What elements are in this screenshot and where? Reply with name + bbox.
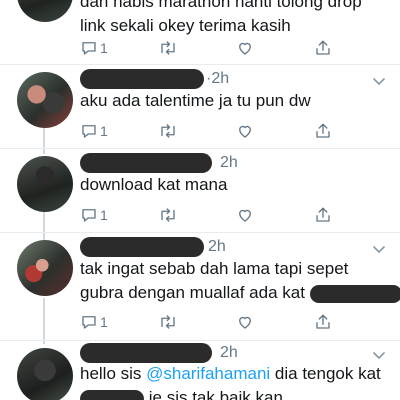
tweet-actions: 1 xyxy=(80,204,380,226)
retweet-button[interactable] xyxy=(158,120,236,142)
redacted-username xyxy=(80,69,204,89)
retweet-icon xyxy=(161,124,175,138)
tweet[interactable]: 2h download kat mana 1 xyxy=(0,148,400,232)
reply-icon xyxy=(82,42,96,55)
tweet-text-segment: hello sis xyxy=(80,364,147,383)
tweet[interactable]: dah habis marathon nanti tolong drop lin… xyxy=(0,0,400,62)
reply-count: 1 xyxy=(100,207,108,223)
share-button[interactable] xyxy=(314,120,332,142)
tweet-text-segment: gubra dengan muallaf ada kat xyxy=(80,283,305,302)
like-button[interactable] xyxy=(236,311,314,333)
tweet-text-line: hello sis @sharifahamani dia tengok kat xyxy=(80,362,381,386)
retweet-button[interactable] xyxy=(158,311,236,333)
like-button[interactable] xyxy=(236,37,314,59)
retweet-icon xyxy=(161,315,175,329)
avatar[interactable] xyxy=(17,348,73,400)
avatar[interactable] xyxy=(17,240,73,296)
reply-button[interactable]: 1 xyxy=(80,311,158,333)
tweet-header: 2h xyxy=(80,152,238,174)
mention-link[interactable]: @sharifahamani xyxy=(146,364,270,383)
reply-count: 1 xyxy=(100,314,108,330)
chevron-down-icon[interactable] xyxy=(372,348,386,362)
share-icon xyxy=(316,123,330,138)
redacted-username xyxy=(80,343,212,363)
like-button[interactable] xyxy=(236,120,314,142)
tweet-text-line: dah habis marathon nanti tolong drop xyxy=(80,0,362,11)
tweet-text: download kat mana xyxy=(80,175,228,194)
heart-icon xyxy=(239,42,251,55)
avatar[interactable] xyxy=(17,0,73,22)
tweet-text-segment: je sis tak baik kan xyxy=(148,388,283,400)
reply-button[interactable]: 1 xyxy=(80,204,158,226)
share-icon xyxy=(316,314,330,329)
tweet-actions: 1 xyxy=(80,120,380,142)
chevron-down-icon[interactable] xyxy=(372,242,386,256)
tweet-actions: 1 xyxy=(80,37,380,59)
share-icon xyxy=(316,207,330,222)
reply-icon xyxy=(82,125,96,138)
tweet-text-line: link sekali okey terima kasih xyxy=(80,16,291,35)
tweet[interactable]: 2h tak ingat sebab dah lama tapi sepet g… xyxy=(0,232,400,340)
share-button[interactable] xyxy=(314,311,332,333)
reply-icon xyxy=(82,316,96,329)
like-button[interactable] xyxy=(236,204,314,226)
tweet-time: ·2h xyxy=(206,70,230,87)
redacted-username xyxy=(80,153,212,173)
tweet-text: aku ada talentime ja tu pun dw xyxy=(80,91,311,110)
heart-icon xyxy=(239,316,251,329)
tweet-header: 2h xyxy=(80,342,238,364)
tweet-actions: 1 xyxy=(80,311,380,333)
share-button[interactable] xyxy=(314,37,332,59)
tweet-text-segment: dia tengok kat xyxy=(270,364,381,383)
share-button[interactable] xyxy=(314,204,332,226)
avatar[interactable] xyxy=(17,72,73,128)
tweet-time: 2h xyxy=(208,238,226,255)
tweet-text-line: je sis tak baik kan xyxy=(80,386,381,400)
tweet-header: ·2h xyxy=(80,68,229,90)
reply-icon xyxy=(82,209,96,222)
tweet-time: 2h xyxy=(220,344,238,361)
tweet-text-line: gubra dengan muallaf ada kat xyxy=(80,281,400,305)
heart-icon xyxy=(239,209,251,222)
reply-button[interactable]: 1 xyxy=(80,37,158,59)
heart-icon xyxy=(239,125,251,138)
retweet-icon xyxy=(161,41,175,55)
redacted-username xyxy=(80,237,204,257)
tweet[interactable]: 2h hello sis @sharifahamani dia tengok k… xyxy=(0,340,400,400)
redacted-text xyxy=(309,284,400,303)
retweet-icon xyxy=(161,208,175,222)
retweet-button[interactable] xyxy=(158,37,236,59)
retweet-button[interactable] xyxy=(158,204,236,226)
tweet-time: 2h xyxy=(220,154,238,171)
reply-count: 1 xyxy=(100,123,108,139)
reply-button[interactable]: 1 xyxy=(80,120,158,142)
share-icon xyxy=(316,40,330,55)
reply-count: 1 xyxy=(100,40,108,56)
avatar[interactable] xyxy=(17,156,73,212)
tweet-text: tak ingat sebab dah lama tapi sepet gubr… xyxy=(80,257,400,305)
tweet-header: 2h xyxy=(80,236,226,258)
tweet[interactable]: ·2h aku ada talentime ja tu pun dw 1 xyxy=(0,64,400,148)
redacted-text xyxy=(80,389,144,400)
tweet-text: dah habis marathon nanti tolong drop lin… xyxy=(80,0,362,38)
tweet-text: hello sis @sharifahamani dia tengok kat … xyxy=(80,362,381,400)
chevron-down-icon[interactable] xyxy=(372,74,386,88)
tweet-text-line: tak ingat sebab dah lama tapi sepet xyxy=(80,259,349,278)
